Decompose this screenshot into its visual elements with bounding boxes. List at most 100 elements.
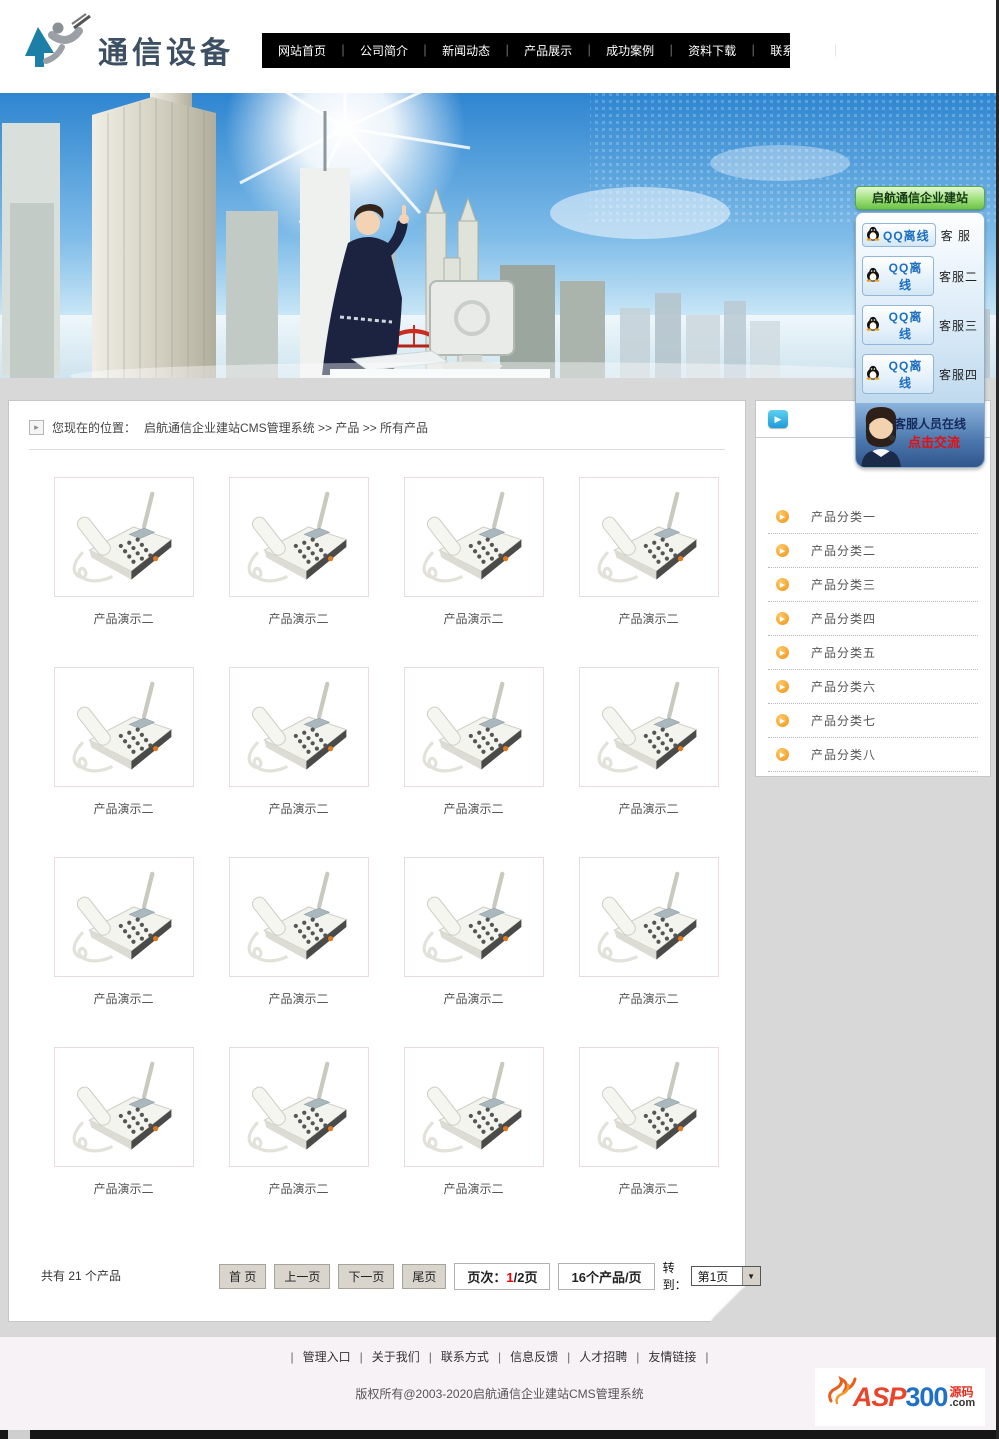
product-image[interactable] <box>404 477 544 597</box>
qq-penguin-icon <box>866 365 880 383</box>
qq-button-label: QQ离线 <box>883 259 928 293</box>
category-label: 产品分类四 <box>811 610 876 627</box>
product-image[interactable] <box>404 1047 544 1167</box>
footer-link-人才招聘[interactable]: 人才招聘 <box>579 1350 627 1364</box>
product-caption-link[interactable]: 产品演示二 <box>36 610 211 627</box>
product-caption-link[interactable]: 产品演示二 <box>561 1180 736 1197</box>
product-caption-link[interactable]: 产品演示二 <box>211 990 386 1007</box>
product-item: 产品演示二 <box>36 857 211 1047</box>
qq-online-text: 客服人员在线 <box>894 415 966 432</box>
product-caption-link[interactable]: 产品演示二 <box>561 990 736 1007</box>
product-item: 产品演示二 <box>211 667 386 857</box>
category-label: 产品分类二 <box>811 542 876 559</box>
footer-link-管理入口[interactable]: 管理入口 <box>303 1350 351 1364</box>
sidebar-item-产品分类二[interactable]: ▶ 产品分类二 <box>768 534 978 568</box>
qq-online-button[interactable]: QQ离线 <box>862 223 936 247</box>
product-caption-link[interactable]: 产品演示二 <box>211 1180 386 1197</box>
product-item: 产品演示二 <box>386 667 561 857</box>
product-caption-link[interactable]: 产品演示二 <box>386 610 561 627</box>
nav-separator: ｜ <box>501 42 513 59</box>
product-caption-link[interactable]: 产品演示二 <box>386 800 561 817</box>
qq-agent-name: 客服三 <box>939 317 978 334</box>
product-caption-link[interactable]: 产品演示二 <box>386 990 561 1007</box>
breadcrumb-path[interactable]: 启航通信企业建站CMS管理系统 >> 产品 >> 所有产品 <box>144 419 428 436</box>
product-image[interactable] <box>229 857 369 977</box>
product-image[interactable] <box>54 1047 194 1167</box>
product-image[interactable] <box>579 1047 719 1167</box>
nav-item-成功案例[interactable]: 成功案例 <box>606 42 654 59</box>
product-item: 产品演示二 <box>561 1047 736 1237</box>
logo-text: 通信设备 <box>98 28 234 72</box>
product-image[interactable] <box>54 857 194 977</box>
product-image[interactable] <box>579 667 719 787</box>
page-button-上一页[interactable]: 上一页 <box>274 1264 330 1289</box>
qq-agent-name: 客服四 <box>939 366 978 383</box>
product-caption-link[interactable]: 产品演示二 <box>211 610 386 627</box>
sidebar-item-产品分类八[interactable]: ▶产品分类八 <box>768 738 978 772</box>
product-image[interactable] <box>54 667 194 787</box>
qq-online-button[interactable]: QQ离线 <box>862 256 934 296</box>
phone-product-icon <box>241 487 357 587</box>
phone-product-icon <box>241 867 357 967</box>
footer-link-友情链接[interactable]: 友情链接 <box>648 1350 696 1364</box>
goto-label: 转到： <box>663 1259 687 1293</box>
arrow-bullet-icon: ▶ <box>776 544 789 557</box>
qq-button-label: QQ离线 <box>883 357 928 391</box>
product-item: 产品演示二 <box>386 1047 561 1237</box>
breadcrumb-prefix: 您现在的位置： <box>52 419 136 436</box>
product-image[interactable] <box>404 667 544 787</box>
qq-click-to-chat-link[interactable]: 点击交流 <box>908 432 960 451</box>
qq-online-button[interactable]: QQ离线 <box>862 354 934 394</box>
nav-item-产品展示[interactable]: 产品展示 <box>524 42 572 59</box>
footer-link-信息反馈[interactable]: 信息反馈 <box>510 1350 558 1364</box>
category-label: 产品分类七 <box>811 712 876 729</box>
qq-service-panel: 启航通信企业建站 QQ离线客 服QQ离线客服二QQ离线客服三QQ离线客服四 客服… <box>855 186 985 468</box>
product-image[interactable] <box>54 477 194 597</box>
chevron-down-icon[interactable]: ▼ <box>742 1267 760 1285</box>
product-image[interactable] <box>579 477 719 597</box>
product-caption-link[interactable]: 产品演示二 <box>36 1180 211 1197</box>
qq-agent-name: 客 服 <box>941 227 971 244</box>
product-image[interactable] <box>229 477 369 597</box>
qq-online-button[interactable]: QQ离线 <box>862 305 934 345</box>
product-caption-link[interactable]: 产品演示二 <box>36 990 211 1007</box>
breadcrumb-marker-icon: ▸ <box>29 420 44 435</box>
sidebar-item-产品分类七[interactable]: ▶ 产品分类七 <box>768 704 978 738</box>
product-caption-link[interactable]: 产品演示二 <box>561 800 736 817</box>
arrow-bullet-icon: ▶ <box>776 714 789 727</box>
footer-separator: | <box>705 1350 708 1364</box>
nav-item-新闻动态[interactable]: 新闻动态 <box>442 42 490 59</box>
footer-separator: | <box>498 1350 501 1364</box>
product-caption-link[interactable]: 产品演示二 <box>561 610 736 627</box>
page-button-尾页[interactable]: 尾页 <box>402 1264 446 1289</box>
site-logo[interactable]: 通信设备 <box>22 12 234 74</box>
product-image[interactable] <box>229 667 369 787</box>
nav-item-资料下载[interactable]: 资料下载 <box>688 42 736 59</box>
product-caption-link[interactable]: 产品演示二 <box>386 1180 561 1197</box>
category-label: 产品分类六 <box>811 678 876 695</box>
sidebar-item-产品分类一[interactable]: ▶产品分类一 <box>768 500 978 534</box>
asp300-logo[interactable]: ASP300 源码 .com <box>815 1368 985 1426</box>
footer-link-关于我们[interactable]: 关于我们 <box>372 1350 420 1364</box>
product-caption-link[interactable]: 产品演示二 <box>36 800 211 817</box>
product-caption-link[interactable]: 产品演示二 <box>211 800 386 817</box>
product-item: 产品演示二 <box>211 857 386 1047</box>
nav-item-网站首页[interactable]: 网站首页 <box>278 42 326 59</box>
logo-figure-icon <box>22 12 92 74</box>
nav-item-联系我们[interactable]: 联系我们 <box>770 42 818 59</box>
qq-penguin-icon <box>866 226 880 244</box>
asp300-num-text: 300 <box>905 1382 947 1413</box>
page-button-下一页[interactable]: 下一页 <box>338 1264 394 1289</box>
sidebar-item-产品分类三[interactable]: ▶产品分类三 <box>768 568 978 602</box>
page-select[interactable]: 第1页 ▼ <box>691 1266 761 1286</box>
footer-link-联系方式[interactable]: 联系方式 <box>441 1350 489 1364</box>
sidebar-item-产品分类六[interactable]: ▶产品分类六 <box>768 670 978 704</box>
qq-panel-footer[interactable]: 客服人员在线 点击交流 <box>856 403 984 467</box>
product-image[interactable] <box>229 1047 369 1167</box>
sidebar-item-产品分类五[interactable]: ▶产品分类五 <box>768 636 978 670</box>
nav-item-公司简介[interactable]: 公司简介 <box>360 42 408 59</box>
page-button-首 页[interactable]: 首 页 <box>219 1264 266 1289</box>
product-image[interactable] <box>404 857 544 977</box>
product-image[interactable] <box>579 857 719 977</box>
sidebar-item-产品分类四[interactable]: ▶产品分类四 <box>768 602 978 636</box>
